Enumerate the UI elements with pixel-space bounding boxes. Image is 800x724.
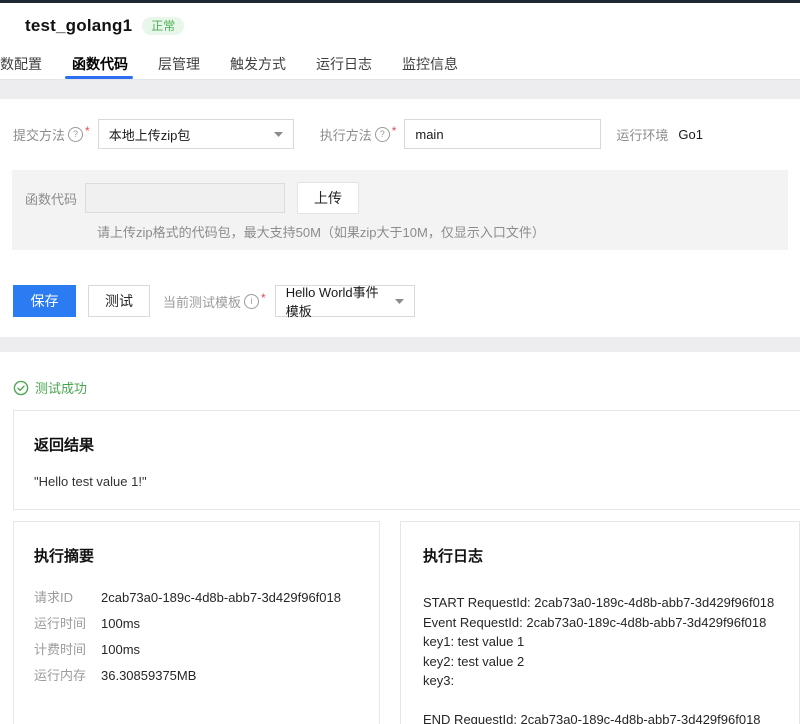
submit-method-field: 提交方法 ? * 本地上传zip包: [13, 119, 294, 149]
runtime-label: 运行环境: [616, 127, 669, 143]
summary-row: 请求ID 2cab73a0-189c-4d8b-abb7-3d429f96f01…: [34, 591, 359, 604]
upload-filename-input[interactable]: [85, 183, 286, 213]
actions-row: 保存 测试 当前测试模板 i * Hello World事件模板: [13, 285, 800, 319]
log-line: START RequestId: 2cab73a0-189c-4d8b-abb7…: [423, 595, 775, 610]
detail-panels-row: 执行摘要 请求ID 2cab73a0-189c-4d8b-abb7-3d429f…: [13, 521, 800, 724]
test-result-area: 测试成功 返回结果 "Hello test value 1!" 执行摘要 请求I…: [0, 352, 800, 724]
upload-row: 函数代码 上传: [25, 182, 788, 214]
required-asterisk: *: [391, 124, 397, 138]
exec-method-input[interactable]: [404, 119, 602, 149]
tab-function-code[interactable]: 函数代码: [65, 48, 133, 79]
upload-button[interactable]: 上传: [297, 182, 360, 214]
return-result-value: "Hello test value 1!": [34, 474, 147, 489]
summary-row-label: 运行内存: [34, 668, 87, 683]
chevron-down-icon: [273, 131, 283, 137]
return-result-panel: 返回结果 "Hello test value 1!": [13, 410, 800, 510]
summary-row: 计费时间 100ms: [34, 643, 359, 656]
execution-summary-title: 执行摘要: [34, 548, 95, 565]
summary-row-value: 36.30859375MB: [101, 668, 197, 683]
help-icon[interactable]: ?: [374, 126, 390, 142]
summary-row: 运行内存 36.30859375MB: [34, 669, 359, 682]
submit-method-value: 本地上传zip包: [108, 127, 191, 143]
tab-run-log[interactable]: 运行日志: [316, 48, 372, 79]
runtime-value: Go1: [678, 126, 703, 142]
function-code-section: 函数代码 上传 请上传zip格式的代码包，最大支持50M（如果zip大于10M，…: [12, 170, 788, 250]
summary-row-value: 100ms: [101, 616, 141, 631]
test-button[interactable]: 测试: [88, 285, 150, 317]
template-label: 当前测试模板: [163, 294, 242, 310]
success-check-icon: [13, 380, 29, 395]
summary-rows: 请求ID 2cab73a0-189c-4d8b-abb7-3d429f96f01…: [34, 591, 359, 682]
tab-monitor-info[interactable]: 监控信息: [402, 48, 458, 79]
function-code-label: 函数代码: [25, 191, 78, 207]
status-badge: 正常: [142, 16, 185, 35]
test-status-text: 测试成功: [35, 381, 88, 396]
summary-row-value: 100ms: [101, 642, 141, 657]
execution-log-panel: 执行日志 START RequestId: 2cab73a0-189c-4d8b…: [400, 521, 800, 724]
log-line: key3:: [423, 673, 455, 688]
section-divider: [0, 337, 800, 352]
save-button[interactable]: 保存: [13, 285, 76, 317]
exec-method-label: 执行方法: [319, 127, 372, 143]
page-header: test_golang1 正常: [0, 3, 800, 48]
code-form-row: 提交方法 ? * 本地上传zip包 执行方法 ? * 运行环境 Go1: [0, 99, 800, 149]
test-status-row: 测试成功: [0, 352, 800, 397]
code-panel: 提交方法 ? * 本地上传zip包 执行方法 ? * 运行环境 Go1: [0, 99, 800, 337]
tab-layer-management[interactable]: 层管理: [158, 48, 200, 79]
submit-method-label: 提交方法: [13, 127, 66, 143]
return-result-title: 返回结果: [34, 437, 95, 454]
summary-row-label: 请求ID: [34, 590, 74, 605]
submit-method-select[interactable]: 本地上传zip包: [97, 119, 294, 149]
page-gap: [0, 80, 800, 99]
log-lines: START RequestId: 2cab73a0-189c-4d8b-abb7…: [423, 593, 777, 724]
test-template-value: Hello World事件模板: [285, 285, 379, 319]
tab-bar: 数配置 函数代码 层管理 触发方式 运行日志 监控信息: [0, 48, 800, 80]
upload-hint: 请上传zip格式的代码包，最大支持50M（如果zip大于10M，仅显示入口文件）: [97, 225, 545, 240]
log-line: Event RequestId: 2cab73a0-189c-4d8b-abb7…: [423, 614, 767, 630]
log-line: END RequestId: 2cab73a0-189c-4d8b-abb7-3…: [423, 712, 761, 724]
execution-log-title: 执行日志: [423, 548, 484, 565]
summary-row-label: 计费时间: [34, 642, 87, 657]
execution-summary-panel: 执行摘要 请求ID 2cab73a0-189c-4d8b-abb7-3d429f…: [13, 521, 380, 724]
runtime-field: 运行环境 Go1: [616, 125, 703, 144]
summary-row-value: 2cab73a0-189c-4d8b-abb7-3d429f96f018: [101, 590, 341, 605]
tab-trigger-method[interactable]: 触发方式: [230, 48, 286, 79]
log-line: key2: test value 2: [423, 653, 525, 669]
tab-function-config[interactable]: 数配置: [0, 48, 42, 79]
template-label-wrap: 当前测试模板 i *: [163, 291, 266, 311]
chevron-down-icon: [394, 298, 404, 304]
info-icon[interactable]: i: [244, 293, 260, 309]
test-template-select[interactable]: Hello World事件模板: [274, 285, 415, 319]
summary-row-label: 运行时间: [34, 616, 87, 631]
log-line: key1: test value 1: [423, 634, 525, 649]
help-icon[interactable]: ?: [68, 126, 84, 142]
page-title: test_golang1: [25, 15, 133, 35]
summary-row: 运行时间 100ms: [34, 617, 359, 630]
required-asterisk: *: [261, 291, 266, 305]
required-asterisk: *: [85, 124, 90, 138]
exec-method-field: 执行方法 ? *: [320, 119, 602, 149]
scf-function-page: test_golang1 正常 数配置 函数代码 层管理 触发方式 运行日志 监…: [0, 0, 800, 724]
